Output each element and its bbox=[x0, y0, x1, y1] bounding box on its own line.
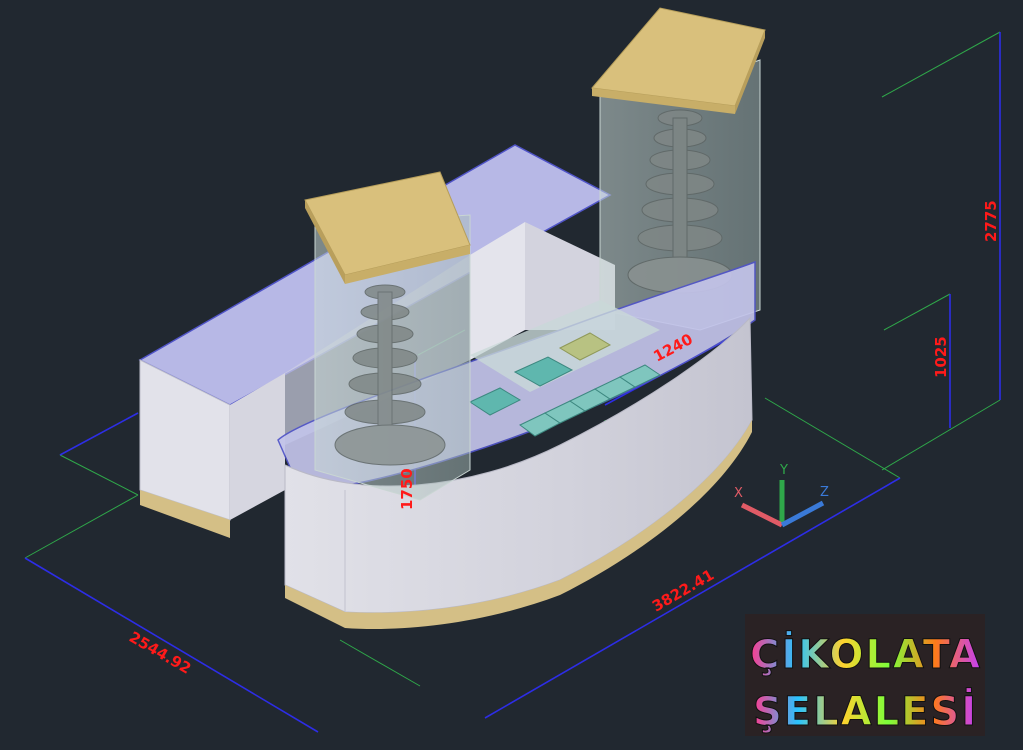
dim-total-height: 2775 bbox=[982, 200, 1000, 242]
dim-counter-height: 1025 bbox=[932, 336, 950, 378]
axis-label-y: Y bbox=[779, 463, 788, 478]
ucs-axis-icon[interactable]: Y X Z bbox=[734, 463, 829, 528]
cad-viewport[interactable]: 2775 1025 1750 2544.92 3822.41 1240 Y X … bbox=[0, 0, 1023, 750]
brand-logo: ÇİKOLATA ŞELALESİ bbox=[745, 614, 985, 736]
fountain-tower-left bbox=[304, 171, 471, 501]
logo-line-2: ŞELALESİ bbox=[753, 687, 978, 735]
axis-label-z: Z bbox=[820, 485, 829, 500]
dim-front-height: 1750 bbox=[398, 468, 416, 510]
dim-width: 3822.41 bbox=[649, 566, 717, 616]
axis-label-x: X bbox=[734, 486, 743, 501]
cad-drawing: 2775 1025 1750 2544.92 3822.41 1240 Y X … bbox=[24, 7, 1001, 736]
logo-line-1: ÇİKOLATA bbox=[750, 630, 982, 678]
